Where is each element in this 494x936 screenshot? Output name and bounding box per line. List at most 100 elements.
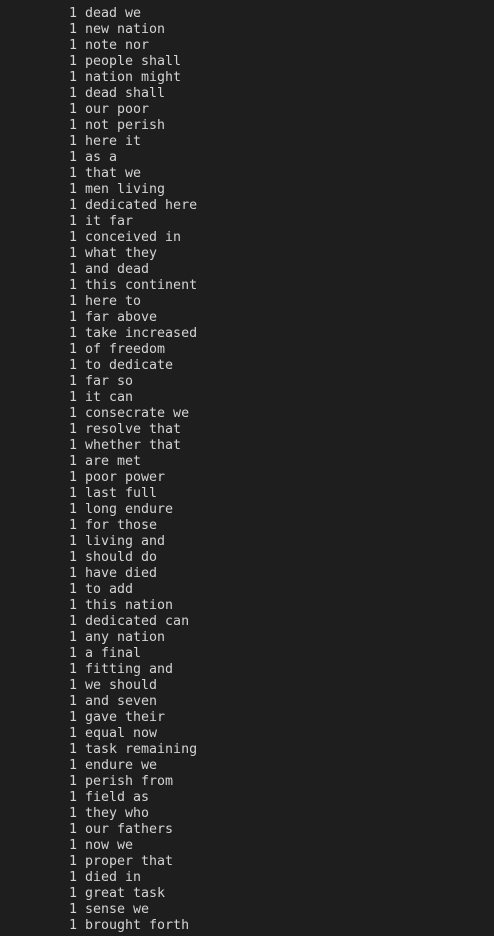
word-pair: note nor bbox=[85, 38, 150, 53]
output-line: 1 they who bbox=[0, 806, 494, 822]
word-pair: dead we bbox=[85, 6, 142, 21]
occurrence-count: 1 bbox=[68, 6, 77, 21]
output-line: 1 equal now bbox=[0, 726, 494, 742]
output-line: 1 consecrate we bbox=[0, 406, 494, 422]
output-line: 1 note nor bbox=[0, 38, 494, 54]
occurrence-count: 1 bbox=[68, 246, 77, 261]
occurrence-count: 1 bbox=[68, 38, 77, 53]
word-pair: brought forth bbox=[85, 918, 190, 933]
output-line: 1 this nation bbox=[0, 598, 494, 614]
word-pair: great task bbox=[85, 886, 166, 901]
occurrence-count: 1 bbox=[68, 646, 77, 661]
occurrence-count: 1 bbox=[68, 278, 77, 293]
output-line: 1 fitting and bbox=[0, 662, 494, 678]
word-pair: our poor bbox=[85, 102, 150, 117]
occurrence-count: 1 bbox=[68, 870, 77, 885]
occurrence-count: 1 bbox=[68, 742, 77, 757]
occurrence-count: 1 bbox=[68, 182, 77, 197]
word-pair: have died bbox=[85, 566, 158, 581]
output-line: 1 any nation bbox=[0, 630, 494, 646]
word-pair: not perish bbox=[85, 118, 166, 133]
word-pair: died in bbox=[85, 870, 142, 885]
word-pair: task remaining bbox=[85, 742, 198, 757]
output-line: 1 died in bbox=[0, 870, 494, 886]
word-pair: living and bbox=[85, 534, 166, 549]
word-pair: proper that bbox=[85, 854, 174, 869]
output-line: 1 new nation bbox=[0, 22, 494, 38]
output-line: 1 dead shall bbox=[0, 86, 494, 102]
word-pair: any nation bbox=[85, 630, 166, 645]
occurrence-count: 1 bbox=[68, 406, 77, 421]
terminal-output: 1 dead we 1 new nation 1 note nor 1 people shal… bbox=[0, 6, 494, 936]
word-pair: this continent bbox=[85, 278, 198, 293]
output-line: 1 brought forth bbox=[0, 918, 494, 934]
occurrence-count: 1 bbox=[68, 438, 77, 453]
word-pair: dedicated can bbox=[85, 614, 190, 629]
output-line: 1 for those bbox=[0, 518, 494, 534]
occurrence-count: 1 bbox=[68, 598, 77, 613]
occurrence-count: 1 bbox=[68, 550, 77, 565]
output-line: 1 this continent bbox=[0, 278, 494, 294]
occurrence-count: 1 bbox=[68, 390, 77, 405]
occurrence-count: 1 bbox=[68, 854, 77, 869]
output-line: 1 living and bbox=[0, 534, 494, 550]
output-line: 1 poor power bbox=[0, 470, 494, 486]
output-line: 1 as a bbox=[0, 150, 494, 166]
word-pair: as a bbox=[85, 150, 118, 165]
occurrence-count: 1 bbox=[68, 534, 77, 549]
occurrence-count: 1 bbox=[68, 790, 77, 805]
occurrence-count: 1 bbox=[68, 806, 77, 821]
word-pair: to add bbox=[85, 582, 134, 597]
output-line: 1 endure we bbox=[0, 758, 494, 774]
output-line: 1 our poor bbox=[0, 102, 494, 118]
word-pair: sense we bbox=[85, 902, 150, 917]
occurrence-count: 1 bbox=[68, 134, 77, 149]
word-pair: they who bbox=[85, 806, 150, 821]
output-line: 1 great task bbox=[0, 886, 494, 902]
word-pair: equal now bbox=[85, 726, 158, 741]
occurrence-count: 1 bbox=[68, 454, 77, 469]
occurrence-count: 1 bbox=[68, 678, 77, 693]
output-line: 1 and dead bbox=[0, 262, 494, 278]
output-line: 1 whether that bbox=[0, 438, 494, 454]
word-pair: are met bbox=[85, 454, 142, 469]
output-line: 1 not perish bbox=[0, 118, 494, 134]
output-line: 1 and seven bbox=[0, 694, 494, 710]
word-pair: our fathers bbox=[85, 822, 174, 837]
word-pair: it can bbox=[85, 390, 134, 405]
occurrence-count: 1 bbox=[68, 630, 77, 645]
occurrence-count: 1 bbox=[68, 774, 77, 789]
occurrence-count: 1 bbox=[68, 566, 77, 581]
word-pair: that we bbox=[85, 166, 142, 181]
word-pair: whether that bbox=[85, 438, 182, 453]
occurrence-count: 1 bbox=[68, 918, 77, 933]
output-line: 1 resolve that bbox=[0, 422, 494, 438]
word-pair: for those bbox=[85, 518, 158, 533]
word-pair: people shall bbox=[85, 54, 182, 69]
output-line: 1 dead we bbox=[0, 6, 494, 22]
output-line: 1 men living bbox=[0, 182, 494, 198]
word-pair: poor power bbox=[85, 470, 166, 485]
output-line: 1 task remaining bbox=[0, 742, 494, 758]
word-pair: fitting and bbox=[85, 662, 174, 677]
word-pair: to dedicate bbox=[85, 358, 174, 373]
occurrence-count: 1 bbox=[68, 614, 77, 629]
output-line: 1 what they bbox=[0, 246, 494, 262]
word-pair: endure we bbox=[85, 758, 158, 773]
occurrence-count: 1 bbox=[68, 838, 77, 853]
word-pair: should do bbox=[85, 550, 158, 565]
occurrence-count: 1 bbox=[68, 342, 77, 357]
word-pair: gave their bbox=[85, 710, 166, 725]
occurrence-count: 1 bbox=[68, 422, 77, 437]
occurrence-count: 1 bbox=[68, 726, 77, 741]
output-line: 1 dedicated here bbox=[0, 198, 494, 214]
occurrence-count: 1 bbox=[68, 358, 77, 373]
output-line: 1 a final bbox=[0, 646, 494, 662]
output-line: 1 now we bbox=[0, 838, 494, 854]
output-line: 1 here to bbox=[0, 294, 494, 310]
occurrence-count: 1 bbox=[68, 710, 77, 725]
output-line: 1 we should bbox=[0, 678, 494, 694]
occurrence-count: 1 bbox=[68, 470, 77, 485]
occurrence-count: 1 bbox=[68, 886, 77, 901]
output-line: 1 are met bbox=[0, 454, 494, 470]
